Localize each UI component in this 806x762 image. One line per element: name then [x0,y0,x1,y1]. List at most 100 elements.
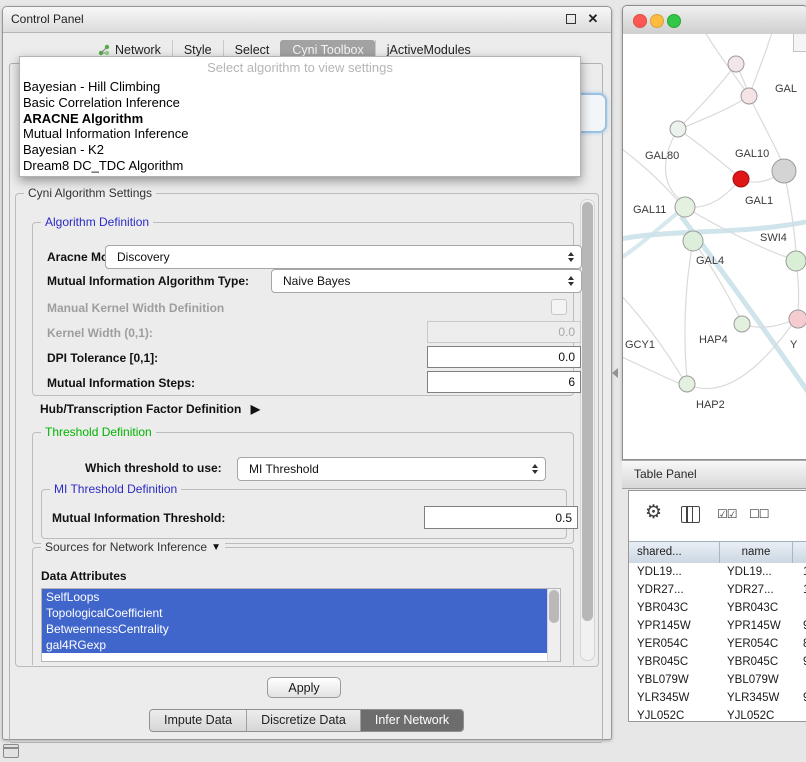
close-traffic-icon[interactable] [633,14,647,28]
aracne-mode-combobox[interactable]: Discovery [105,245,582,269]
column-header-partial[interactable] [793,542,806,564]
dropdown-item[interactable]: Basic Correlation Inference [20,95,580,111]
minimize-traffic-icon[interactable] [650,14,664,28]
group-title: Cyni Algorithm Settings [28,186,152,200]
desktop: Control Panel ✕ Network Style Select Cyn… [0,0,806,762]
deselect-all-columns-icon[interactable]: ☐☐ [749,507,769,521]
tab-discretize-data[interactable]: Discretize Data [246,710,360,731]
node-label-gal4[interactable]: GAL4 [696,255,724,267]
data-attributes-list[interactable]: SelfLoops TopologicalCoefficient Between… [41,588,561,662]
columns-icon[interactable] [681,506,700,523]
dpi-tolerance-field[interactable]: 0.0 [427,346,581,368]
node-label-hap4[interactable]: HAP4 [699,334,728,346]
node-swi4[interactable] [786,251,806,271]
kernel-width-label: Kernel Width (0,1): [47,326,153,340]
table-row[interactable]: YLR345WYLR345W9. [629,689,806,707]
network-window-titlebar[interactable] [623,6,806,35]
node-hap4[interactable] [734,316,750,332]
apply-button[interactable]: Apply [267,677,341,698]
hub-tf-section-toggle[interactable]: Hub/Transcription Factor Definition ▶ [40,402,260,416]
panel-splitter-collapse-icon[interactable] [612,368,618,378]
node-label-swi4[interactable]: SWI4 [760,232,787,244]
node-label-y[interactable]: Y [790,339,797,351]
manual-kernel-checkbox[interactable] [551,299,567,315]
node-selected-red[interactable] [733,171,749,187]
close-window-icon[interactable]: ✕ [585,11,601,27]
settings-gear-icon[interactable]: ⚙ [645,501,662,524]
hub-tf-label: Hub/Transcription Factor Definition [40,402,241,416]
dropdown-item[interactable]: Bayesian - K2 [20,142,580,158]
node-gal4[interactable] [683,231,703,251]
table-row[interactable]: YDL19...YDL19...13 [629,563,806,581]
network-scrollbar-corner[interactable] [793,34,806,52]
network-graph [623,34,806,458]
kernel-width-field[interactable]: 0.0 [427,321,581,343]
float-window-icon[interactable] [563,11,579,27]
table-panel-title: Table Panel [634,467,697,481]
node-label-gal10[interactable]: GAL10 [735,148,769,160]
node-label-gal80[interactable]: GAL80 [645,150,679,162]
dropdown-item-selected[interactable]: ARACNE Algorithm [20,111,580,127]
sources-group: Sources for Network Inference ▼ Data Att… [32,547,574,665]
column-header-shared-name[interactable]: shared... [629,542,720,564]
list-item[interactable]: gal4RGexp [42,637,548,653]
node-label-hap2[interactable]: HAP2 [696,399,725,411]
node-label-gal1[interactable]: GAL1 [745,195,773,207]
table-panel-window: ⚙ ☑☑ ☐☐ shared... name YDL19...YDL19...1… [628,490,806,722]
group-title: MI Threshold Definition [54,482,177,496]
panel-dock-icon[interactable] [3,744,19,758]
window-title: Control Panel [11,12,84,26]
dropdown-item[interactable]: Mutual Information Inference [20,126,580,142]
select-all-columns-icon[interactable]: ☑☑ [717,507,737,521]
list-item[interactable]: SelfLoops [42,589,548,605]
which-threshold-label: Which threshold to use: [85,461,222,475]
collapse-down-icon[interactable]: ▼ [211,542,221,553]
table-row[interactable]: YBR045CYBR045C9. [629,653,806,671]
column-header-name[interactable]: name [720,542,793,564]
table-row[interactable]: YPR145WYPR145W9. [629,617,806,635]
node-gal10[interactable] [772,159,796,183]
node-label-gcy1[interactable]: GCY1 [625,339,655,351]
node-gal11[interactable] [675,197,695,217]
algorithm-dropdown-popup: Select algorithm to view settings Bayesi… [19,56,581,177]
dropdown-item[interactable]: Dream8 DC_TDC Algorithm [20,158,580,174]
node[interactable] [741,88,757,104]
node[interactable] [789,310,806,328]
table-row[interactable]: YER054CYER054C8. [629,635,806,653]
settings-scrollbar-thumb[interactable] [582,202,593,621]
table-row[interactable]: YJL052CYJL052C [629,707,806,721]
dropdown-item[interactable]: Bayesian - Hill Climbing [20,79,580,95]
combobox-value: MI Threshold [249,462,319,476]
node[interactable] [728,56,744,72]
mi-threshold-field[interactable]: 0.5 [424,506,578,529]
list-item[interactable]: BetweennessCentrality [42,621,548,637]
manual-kernel-label: Manual Kernel Width Definition [47,301,224,315]
node-label-gal11[interactable]: GAL11 [633,204,666,216]
mi-steps-field[interactable]: 6 [427,371,581,393]
table-panel-header[interactable]: Table Panel [622,460,806,489]
table-row[interactable]: YBL079WYBL079W [629,671,806,689]
combobox-arrows-icon [532,464,538,474]
node-label[interactable]: GAL [775,83,797,95]
settings-scrollbar[interactable] [580,199,595,661]
cyni-algorithm-settings-group: Cyni Algorithm Settings Algorithm Defini… [15,193,599,667]
table-row[interactable]: YDR27...YDR27...12 [629,581,806,599]
node-hap2[interactable] [679,376,695,392]
control-panel-titlebar[interactable]: Control Panel ✕ [3,7,611,33]
network-canvas[interactable]: GAL GAL80 GAL10 GAL11 GAL1 SWI4 GAL4 GCY… [623,34,806,458]
list-scrollbar[interactable] [547,589,560,661]
list-scrollbar-thumb[interactable] [549,590,559,623]
threshold-definition-group: Threshold Definition Which threshold to … [32,432,574,544]
expand-right-icon[interactable]: ▶ [251,402,260,416]
algorithm-definition-group: Algorithm Definition Aracne Mode: Discov… [32,222,574,396]
mi-type-combobox[interactable]: Naive Bayes [271,269,582,293]
zoom-traffic-icon[interactable] [667,14,681,28]
node-gal80[interactable] [670,121,686,137]
combobox-arrows-icon [568,276,574,286]
which-threshold-combobox[interactable]: MI Threshold [237,457,546,481]
list-item[interactable]: TopologicalCoefficient [42,605,548,621]
table-row[interactable]: YBR043CYBR043C [629,599,806,617]
tab-infer-network[interactable]: Infer Network [360,710,463,731]
tab-impute-data[interactable]: Impute Data [150,710,246,731]
control-panel-window: Control Panel ✕ Network Style Select Cyn… [2,6,612,740]
